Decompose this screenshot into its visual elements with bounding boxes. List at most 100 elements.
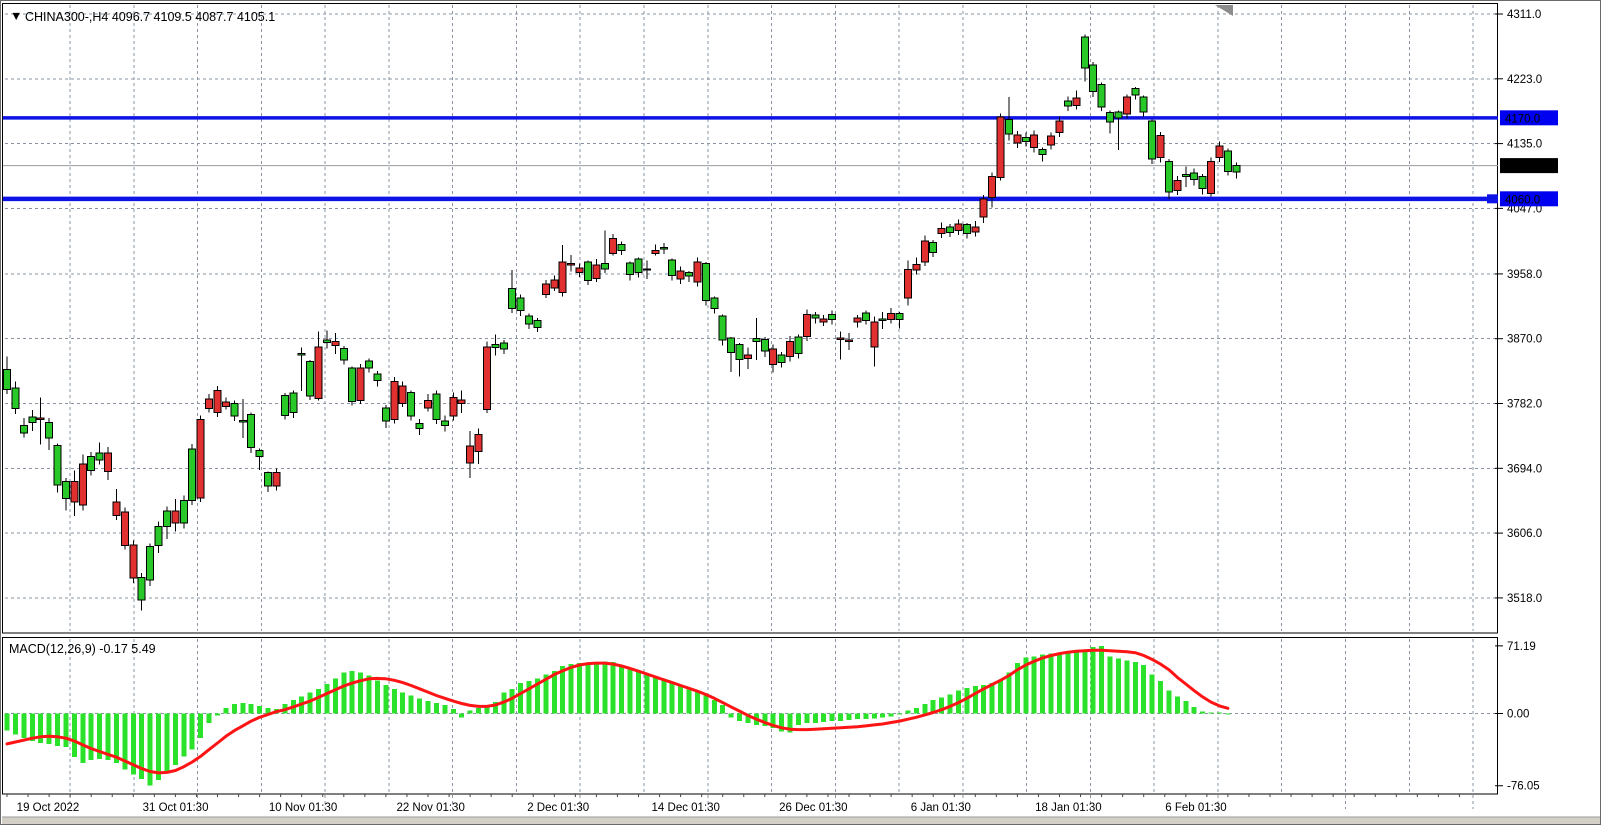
- time-axis-label[interactable]: 6 Jan 01:30: [911, 802, 971, 814]
- price-panel[interactable]: [3, 4, 1498, 634]
- candle: [896, 314, 903, 320]
- candle: [955, 224, 962, 231]
- candle: [1081, 37, 1088, 68]
- macd-bar: [400, 693, 405, 714]
- candle: [846, 340, 853, 341]
- macd-bar: [602, 661, 607, 713]
- macd-bar: [350, 671, 355, 714]
- price-axis[interactable]: 4311.04223.04135.04047.03958.03870.03782…: [1495, 9, 1542, 793]
- candle: [509, 289, 516, 309]
- price-tick-label: 3606.0: [1507, 528, 1542, 540]
- macd-bar: [510, 689, 515, 714]
- candle: [105, 453, 112, 471]
- macd-bar: [914, 708, 919, 714]
- macd-bar: [1141, 665, 1146, 713]
- macd-tick-label: 0.00: [1507, 709, 1529, 721]
- macd-bar: [5, 714, 10, 731]
- macd-bar: [821, 714, 826, 723]
- macd-bar: [316, 689, 321, 714]
- candle: [728, 338, 735, 353]
- macd-bar: [1057, 654, 1062, 714]
- candle: [904, 270, 911, 299]
- candle: [366, 361, 373, 368]
- macd-bar: [417, 698, 422, 713]
- macd-bar: [872, 714, 877, 719]
- candle: [534, 320, 541, 327]
- candle: [416, 423, 423, 428]
- price-tags: 4170.04060.04105.1: [1500, 110, 1558, 206]
- macd-bar: [594, 664, 599, 713]
- macd-bar: [1040, 655, 1045, 714]
- macd-bar: [729, 714, 734, 718]
- candle: [635, 259, 642, 272]
- candle: [989, 177, 996, 198]
- macd-bar: [181, 714, 186, 757]
- candle: [643, 269, 650, 270]
- candle: [113, 502, 120, 515]
- macd-bar: [636, 672, 641, 714]
- time-axis-label[interactable]: 10 Nov 01:30: [269, 802, 337, 814]
- time-axis-label[interactable]: 22 Nov 01:30: [396, 802, 464, 814]
- macd-tick-label: 71.19: [1507, 641, 1536, 653]
- macd-bar: [1049, 654, 1054, 714]
- time-axis-label[interactable]: 19 Oct 2022: [17, 802, 80, 814]
- candle: [753, 339, 760, 342]
- candle: [121, 512, 128, 546]
- time-axis[interactable]: 19 Oct 2022 31 Oct 01:30 10 Nov 01:30 22 No…: [7, 794, 1459, 814]
- macd-bar: [164, 714, 169, 773]
- time-axis-label[interactable]: 14 Dec 01:30: [652, 802, 720, 814]
- candle: [1090, 65, 1097, 92]
- macd-bar: [468, 711, 473, 714]
- macd-bar: [442, 705, 447, 714]
- macd-bar: [198, 714, 203, 739]
- time-axis-label[interactable]: 6 Feb 01:30: [1165, 802, 1226, 814]
- macd-bar: [973, 686, 978, 714]
- macd-bar: [644, 674, 649, 714]
- price-tag-label: 4105.1: [1505, 161, 1540, 173]
- candle: [711, 298, 718, 308]
- candle: [744, 355, 751, 359]
- time-axis-label[interactable]: 18 Jan 01:30: [1035, 802, 1102, 814]
- ohlc-info-line: CHINA300-,H4 4096.7 4109.5 4087.7 4105.1: [25, 10, 275, 24]
- candle: [147, 546, 154, 580]
- macd-bar: [240, 703, 245, 713]
- candle: [500, 343, 507, 349]
- candle: [770, 349, 777, 364]
- macd-bar: [451, 709, 456, 714]
- macd-bar: [1065, 653, 1070, 714]
- macd-bar: [156, 714, 161, 781]
- time-axis-label[interactable]: 31 Oct 01:30: [143, 802, 209, 814]
- macd-bar: [847, 714, 852, 721]
- candle: [231, 404, 238, 417]
- level-anchor[interactable]: [1487, 194, 1498, 203]
- mt4-chart-window: 4311.04223.04135.04047.03958.03870.03782…: [0, 0, 1601, 825]
- macd-bar: [1225, 714, 1230, 715]
- candle: [79, 464, 86, 505]
- macd-bar: [678, 685, 683, 714]
- time-axis-label[interactable]: 26 Dec 01:30: [779, 802, 847, 814]
- time-axis-label[interactable]: 2 Dec 01:30: [527, 802, 589, 814]
- candle: [871, 322, 878, 347]
- macd-bar: [661, 679, 666, 713]
- candle: [71, 482, 78, 503]
- macd-bar: [1192, 707, 1197, 714]
- candle: [980, 199, 987, 217]
- candle: [627, 263, 634, 275]
- candle: [669, 260, 676, 275]
- macd-bar: [1124, 660, 1129, 713]
- candle: [1014, 135, 1021, 143]
- candle: [888, 314, 895, 320]
- macd-bar: [687, 688, 692, 714]
- candle: [719, 316, 726, 340]
- price-tick-label: 4223.0: [1507, 74, 1542, 86]
- macd-bar: [89, 714, 94, 761]
- candle: [1064, 101, 1071, 106]
- macd-bar: [577, 663, 582, 713]
- candle: [29, 417, 36, 423]
- macd-bar: [333, 678, 338, 713]
- macd-indicator-label: MACD(12,26,9) -0.17 5.49: [9, 642, 156, 656]
- price-tick-label: 4135.0: [1507, 139, 1542, 151]
- macd-bar: [426, 701, 431, 713]
- candle: [467, 446, 474, 463]
- macd-bar: [1209, 713, 1214, 714]
